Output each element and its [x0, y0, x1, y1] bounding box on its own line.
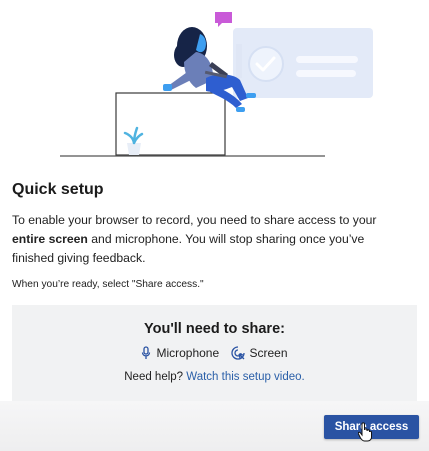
page-title: Quick setup [12, 181, 104, 198]
setup-description-text: To enable your browser to record, you ne… [12, 213, 377, 227]
screen-share-icon [230, 346, 245, 360]
share-item-label: Microphone [156, 346, 220, 360]
setup-description: To enable your browser to record, you ne… [12, 211, 392, 268]
help-prefix: Need help? [124, 371, 184, 383]
share-item-microphone: Microphone [141, 346, 219, 360]
setup-description-emphasis: entire screen [12, 232, 88, 246]
share-items: Microphone Screen [12, 346, 417, 363]
share-item-screen: Screen [230, 346, 288, 360]
share-requirements-panel: You'll need to share: Microphone Screen … [12, 305, 417, 401]
help-line: Need help? Watch this setup video. [12, 371, 417, 383]
share-item-label: Screen [249, 346, 288, 360]
setup-video-link[interactable]: Watch this setup video. [186, 371, 304, 383]
setup-illustration [60, 12, 373, 157]
share-heading: You'll need to share: [144, 321, 285, 337]
hand-cursor-icon [358, 422, 372, 442]
microphone-icon [142, 346, 151, 359]
ready-note: When you’re ready, select "Share access.… [12, 279, 204, 290]
